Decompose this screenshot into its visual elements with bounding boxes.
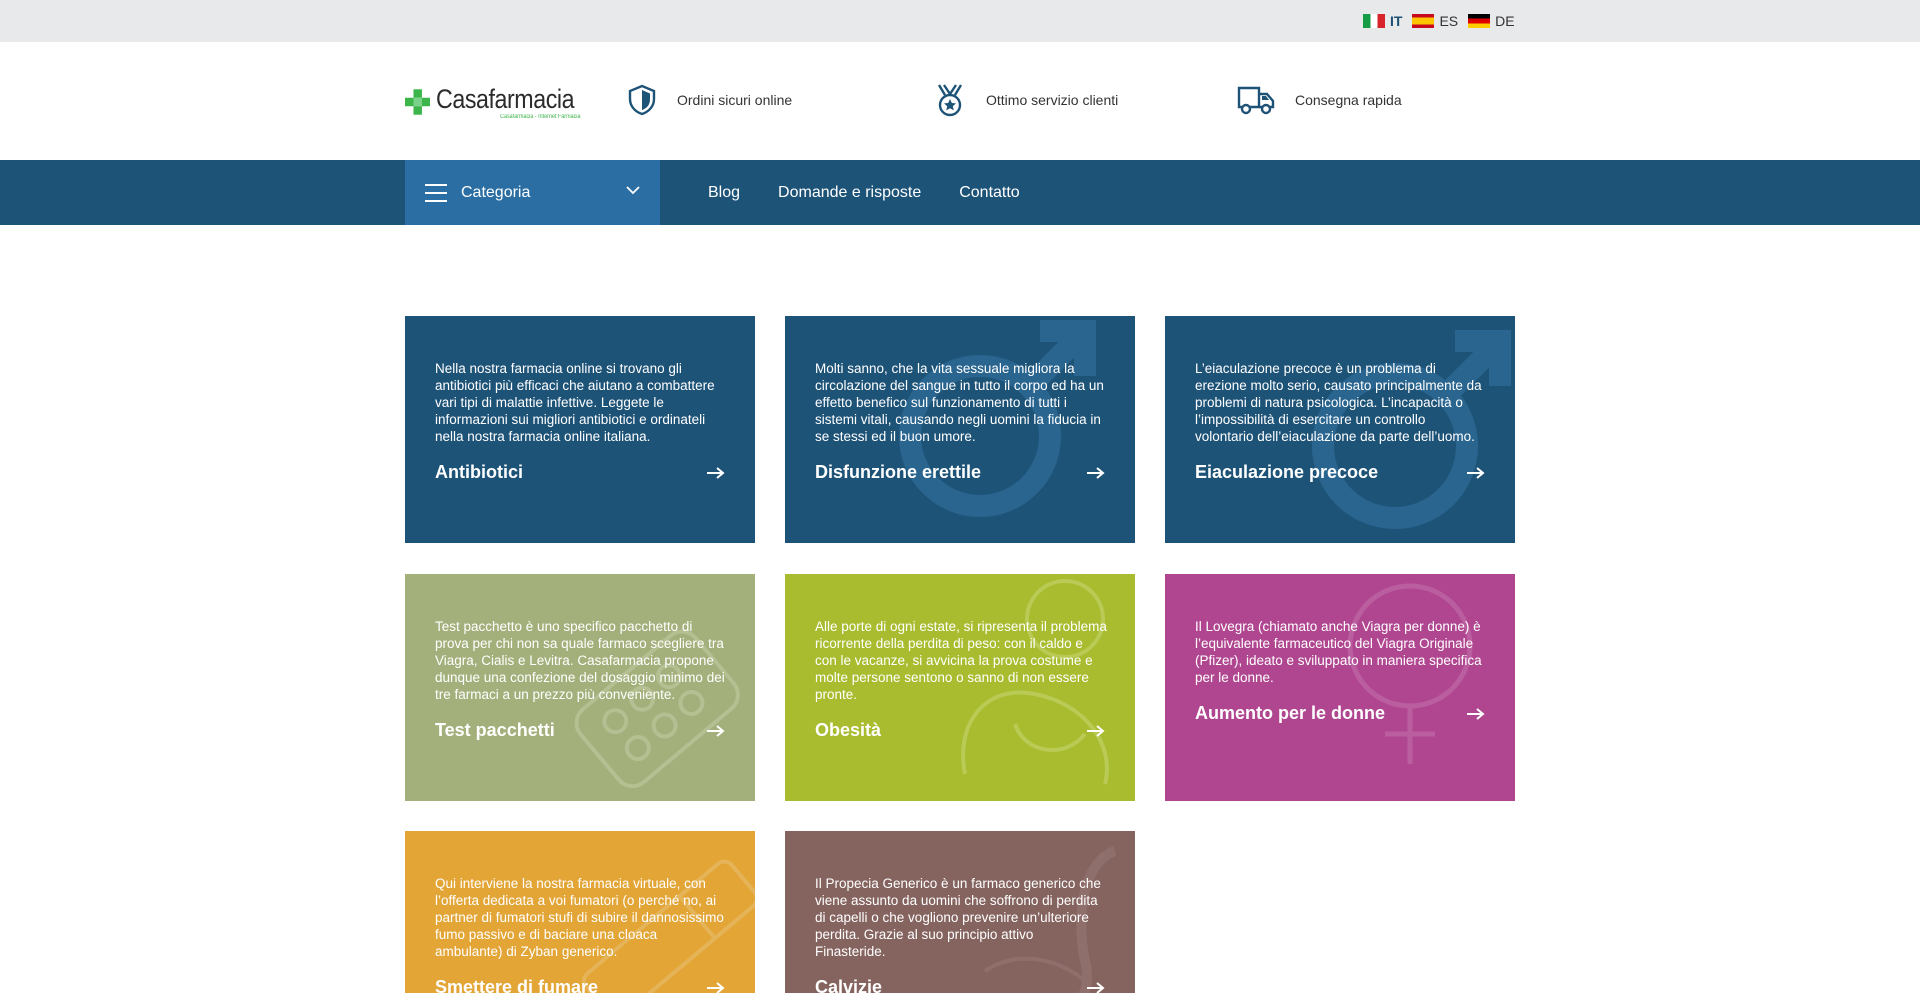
nav-link-blog[interactable]: Blog: [708, 184, 740, 202]
category-dropdown[interactable]: Categoria: [405, 160, 660, 225]
category-card-female-enhancement[interactable]: Il Lovegra (chiamato anche Viagra per do…: [1165, 574, 1515, 801]
hamburger-icon: [425, 183, 447, 202]
arrow-right-icon: [707, 981, 725, 993]
logo-name: Casafarmacia: [436, 83, 575, 114]
shield-icon: [628, 84, 656, 116]
truck-icon: [1237, 86, 1275, 115]
card-description: Il Propecia Generico è un farmaco generi…: [815, 876, 1101, 959]
arrow-right-icon: [1087, 724, 1105, 737]
category-label: Categoria: [461, 183, 531, 201]
logo-tagline: Casafarmacia - Internet Farmacia: [500, 113, 581, 120]
flag-italy-icon: [1363, 14, 1385, 28]
arrow-right-icon: [1087, 466, 1105, 479]
feature-secure-orders: Ordini sicuri online: [627, 82, 792, 118]
lang-it[interactable]: IT: [1363, 13, 1402, 29]
medal-icon: [937, 84, 963, 117]
nav-link-contact[interactable]: Contatto: [959, 184, 1019, 202]
category-card-obesity[interactable]: Alle porte di ogni estate, si ripresenta…: [785, 574, 1135, 801]
chevron-down-icon: [626, 186, 640, 195]
flag-spain-icon: [1412, 14, 1435, 28]
flag-germany-icon: [1468, 14, 1491, 28]
card-title: Smettere di fumare: [435, 977, 599, 993]
card-title: Disfunzione erettile: [815, 462, 982, 482]
arrow-right-icon: [1087, 981, 1105, 993]
card-title: Antibiotici: [435, 462, 523, 482]
lang-es[interactable]: ES: [1412, 13, 1458, 29]
feature-fast-delivery: Consegna rapida: [1237, 82, 1402, 118]
language-switcher: IT ES DE: [1363, 13, 1525, 29]
arrow-right-icon: [1467, 466, 1485, 479]
language-bar: IT ES DE: [0, 0, 1920, 42]
nav-links: Blog Domande e risposte Contatto: [708, 160, 1020, 225]
arrow-right-icon: [707, 724, 725, 737]
arrow-right-icon: [707, 466, 725, 479]
lang-es-label: ES: [1439, 13, 1459, 29]
card-title: Aumento per le donne: [1195, 703, 1386, 723]
logo-cross-icon: [405, 89, 431, 115]
feature-customer-service: Ottimo servizio clienti: [934, 82, 1118, 118]
category-card-premature-ejaculation[interactable]: L’eiaculazione precoce è un problema di …: [1165, 316, 1515, 543]
nav-link-faq[interactable]: Domande e risposte: [778, 184, 921, 202]
category-card-antibiotics[interactable]: Nella nostra farmacia online si trovano …: [405, 316, 755, 543]
category-card-test-packs[interactable]: Test pacchetto è uno specifico pacchetto…: [405, 574, 755, 801]
card-description: Qui interviene la nostra farmacia virtua…: [435, 876, 724, 959]
category-card-quit-smoking[interactable]: Qui interviene la nostra farmacia virtua…: [405, 831, 755, 993]
card-description: Molti sanno, che la vita sessuale miglio…: [815, 361, 1104, 444]
card-description: Il Lovegra (chiamato anche Viagra per do…: [1195, 619, 1482, 685]
card-description: Alle porte di ogni estate, si ripresenta…: [815, 619, 1107, 702]
category-card-erectile-dysfunction[interactable]: Molti sanno, che la vita sessuale miglio…: [785, 316, 1135, 543]
card-title: Calvizie: [815, 977, 883, 993]
card-title: Eiaculazione precoce: [1195, 462, 1379, 482]
card-description: Test pacchetto è uno specifico pacchetto…: [435, 619, 725, 702]
card-description: L’eiaculazione precoce è un problema di …: [1195, 361, 1482, 444]
arrow-right-icon: [1467, 707, 1485, 720]
feature-label: Ordini sicuri online: [677, 92, 793, 108]
lang-it-label: IT: [1390, 13, 1403, 29]
card-title: Obesità: [815, 720, 882, 740]
card-title: Test pacchetti: [435, 720, 555, 740]
lang-de[interactable]: DE: [1468, 13, 1515, 29]
site-header: Casafarmacia Casafarmacia - Internet Far…: [0, 42, 1920, 160]
main-nav: Categoria Blog Domande e risposte Contat…: [0, 160, 1920, 225]
category-card-baldness[interactable]: Il Propecia Generico è un farmaco generi…: [785, 831, 1135, 993]
lang-de-label: DE: [1495, 13, 1515, 29]
feature-label: Ottimo servizio clienti: [986, 92, 1119, 108]
feature-label: Consegna rapida: [1295, 92, 1402, 108]
site-logo[interactable]: Casafarmacia Casafarmacia - Internet Far…: [405, 77, 597, 127]
card-description: Nella nostra farmacia online si trovano …: [435, 361, 715, 444]
